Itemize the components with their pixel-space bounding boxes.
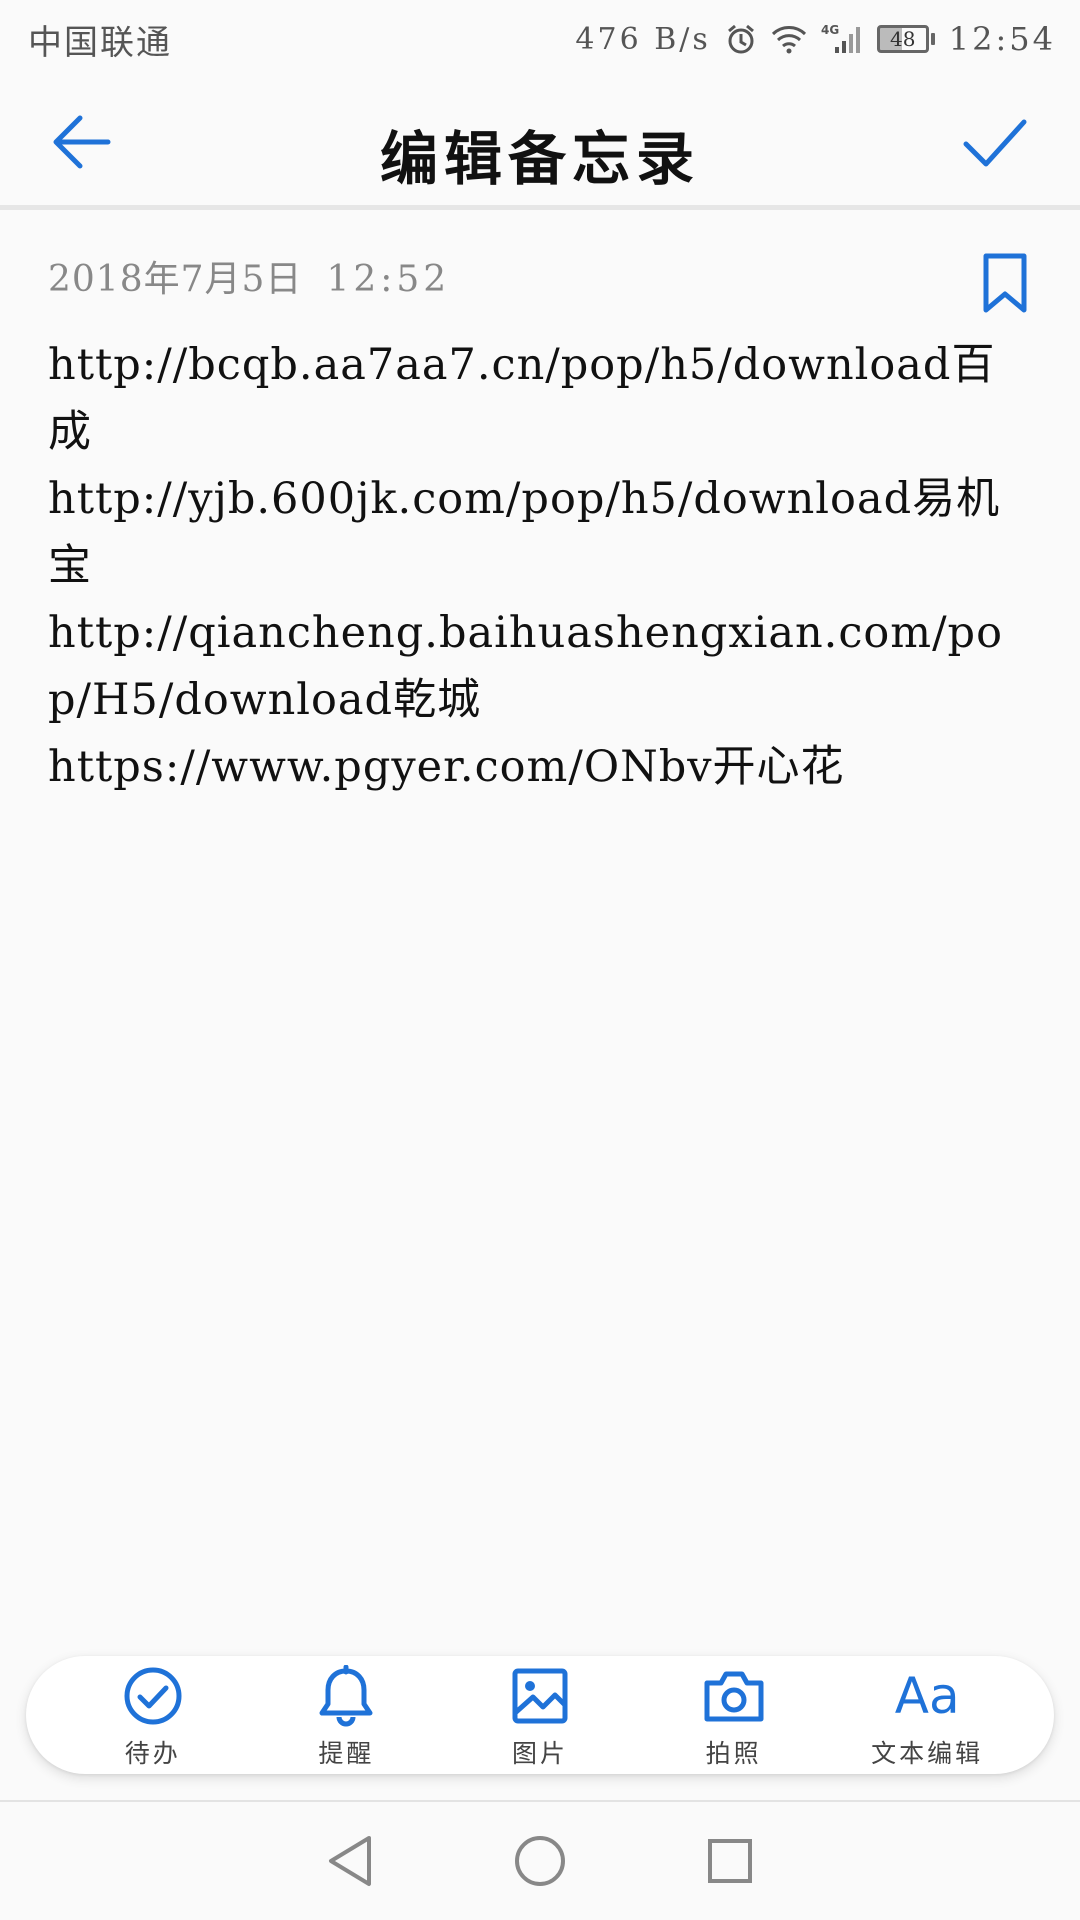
note-text-area[interactable]: http://bcqb.aa7aa7.cn/pop/h5/download百成 … bbox=[48, 332, 1033, 801]
square-recents-icon bbox=[708, 1839, 752, 1883]
note-line: http://bcqb.aa7aa7.cn/pop/h5/download百成 bbox=[48, 340, 996, 457]
bookmark-icon bbox=[983, 253, 1027, 313]
camera-button[interactable]: 拍照 bbox=[644, 1656, 824, 1774]
system-navigation-bar bbox=[0, 1800, 1080, 1920]
header-bar: 编辑备忘录 bbox=[0, 78, 1080, 210]
image-label: 图片 bbox=[511, 1739, 568, 1768]
editor-toolbar: 待办 提醒 图片 拍照 Aa 文本编辑 bbox=[26, 1656, 1054, 1774]
status-bar: 中国联通 476 B/s 4G 48 12:54 bbox=[0, 0, 1080, 78]
bookmark-button[interactable] bbox=[982, 252, 1028, 314]
battery-indicator: 48 bbox=[876, 25, 935, 53]
text-format-button[interactable]: Aa 文本编辑 bbox=[837, 1656, 1017, 1774]
battery-level: 48 bbox=[876, 25, 929, 53]
alarm-icon bbox=[725, 23, 757, 55]
circle-home-icon bbox=[515, 1836, 565, 1886]
nav-back-button[interactable] bbox=[320, 1831, 380, 1891]
note-line: http://qiancheng.baihuashengxian.com/pop… bbox=[48, 608, 1003, 725]
carrier-name: 中国联通 bbox=[28, 22, 172, 63]
bell-icon bbox=[314, 1664, 378, 1728]
confirm-button[interactable] bbox=[960, 110, 1030, 174]
note-timestamp: 2018年7月5日 12:52 bbox=[48, 250, 1038, 310]
status-indicators: 476 B/s 4G 48 12:54 bbox=[575, 20, 1056, 58]
wifi-icon bbox=[771, 24, 807, 54]
todo-label: 待办 bbox=[124, 1739, 181, 1768]
cellular-signal-icon: 4G bbox=[821, 23, 863, 55]
note-time: 12:52 bbox=[326, 259, 451, 300]
image-button[interactable]: 图片 bbox=[450, 1656, 630, 1774]
triangle-back-icon bbox=[329, 1836, 371, 1886]
note-line: https://www.pgyer.com/ONbv开心花 bbox=[48, 742, 845, 792]
reminder-button[interactable]: 提醒 bbox=[256, 1656, 436, 1774]
network-speed: 476 B/s bbox=[575, 21, 711, 57]
nav-recents-button[interactable] bbox=[700, 1831, 760, 1891]
status-time: 12:54 bbox=[948, 20, 1056, 58]
reminder-label: 提醒 bbox=[318, 1739, 375, 1768]
note-line: http://yjb.600jk.com/pop/h5/download易机宝 bbox=[48, 474, 1001, 591]
text-format-icon: Aa bbox=[894, 1667, 960, 1725]
text-format-label: 文本编辑 bbox=[871, 1739, 984, 1768]
note-date: 2018年7月5日 bbox=[48, 259, 303, 300]
image-icon bbox=[508, 1664, 572, 1728]
nav-home-button[interactable] bbox=[510, 1831, 570, 1891]
page-title: 编辑备忘录 bbox=[379, 125, 700, 193]
network-type-label: 4G bbox=[821, 23, 839, 37]
todo-button[interactable]: 待办 bbox=[63, 1656, 243, 1774]
check-circle-icon bbox=[121, 1664, 185, 1728]
camera-icon bbox=[702, 1664, 766, 1728]
check-icon bbox=[963, 119, 1027, 167]
note-content: 2018年7月5日 12:52 http://bcqb.aa7aa7.cn/pop… bbox=[48, 250, 1038, 801]
camera-label: 拍照 bbox=[705, 1739, 762, 1768]
